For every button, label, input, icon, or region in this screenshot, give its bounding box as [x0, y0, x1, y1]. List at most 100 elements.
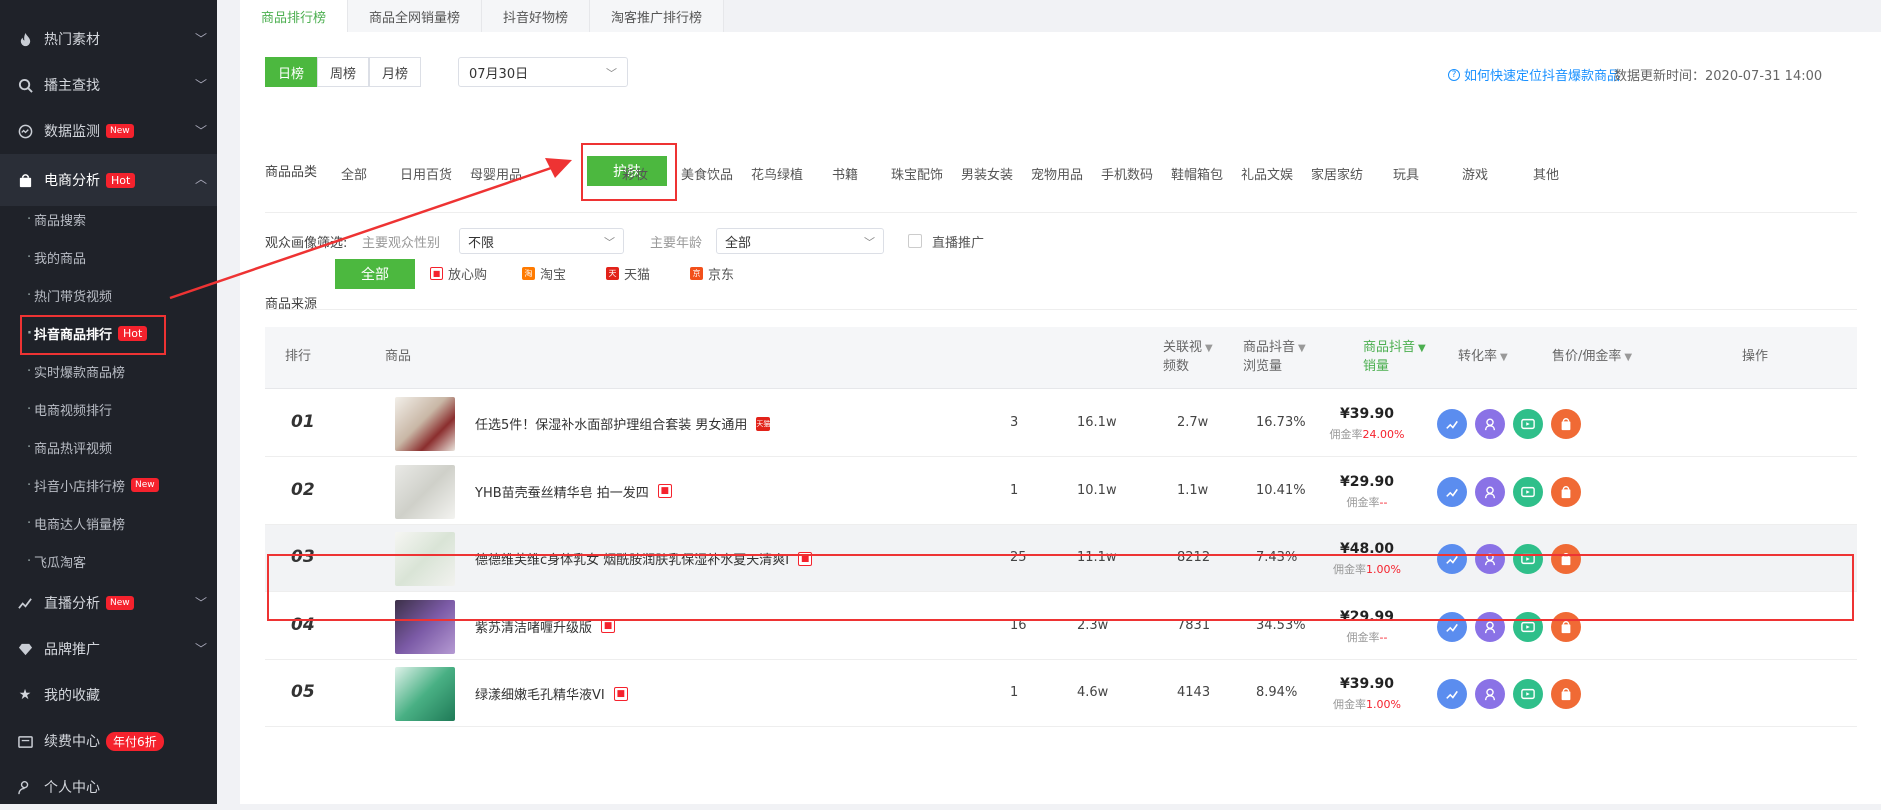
product-name[interactable]: 绿漾细嫩毛孔精华液VI ■: [475, 684, 628, 703]
product-thumbnail[interactable]: [395, 464, 455, 519]
sidebar-sub-hot-comments[interactable]: 商品热评视频: [0, 428, 217, 466]
talent-icon[interactable]: [1475, 476, 1505, 507]
th-sales[interactable]: 商品抖音 ▼ 销量: [1363, 339, 1426, 376]
monthly-button[interactable]: 月榜: [369, 57, 422, 87]
sidebar-sub-product-search[interactable]: 商品搜索: [0, 200, 217, 238]
category-plants[interactable]: 花鸟绿植: [751, 164, 803, 183]
sidebar-item-renewal[interactable]: 续费中心 年付6折: [0, 718, 217, 764]
live-promo-checkbox[interactable]: [908, 234, 922, 248]
tab-good-products[interactable]: 抖音好物榜: [482, 0, 591, 32]
th-videos[interactable]: 关联视 ▼ 频数: [1163, 339, 1213, 376]
sidebar-sub-label: 抖音小店排行榜: [34, 479, 126, 495]
th-views-line1: 商品抖音: [1243, 340, 1296, 355]
product-thumbnail[interactable]: [395, 397, 455, 451]
sidebar-item-anchor-search[interactable]: 播主查找 ﹀: [0, 62, 217, 108]
fangxin-icon: ■: [601, 619, 616, 633]
sidebar-sub-feigua-taoke[interactable]: 飞瓜淘客: [0, 542, 217, 580]
chevron-down-icon: ﹀: [194, 32, 207, 46]
trend-chart-icon[interactable]: [1437, 679, 1467, 709]
source-all[interactable]: 全部: [335, 259, 415, 289]
source-tmall[interactable]: 天 天猫: [606, 264, 650, 283]
talent-icon[interactable]: [1475, 409, 1505, 439]
category-bags[interactable]: 鞋帽箱包: [1171, 164, 1223, 183]
gender-select[interactable]: 不限 ﹀: [459, 228, 624, 254]
product-name[interactable]: YHB苗壳蚕丝精华皂 拍一发四 ■: [475, 482, 672, 501]
category-jewelry[interactable]: 珠宝配饰: [891, 164, 943, 183]
category-baby[interactable]: 母婴用品: [470, 164, 522, 183]
th-conversion[interactable]: 转化率 ▼: [1458, 348, 1508, 367]
source-jd[interactable]: 京 京东: [690, 264, 734, 283]
chevron-down-icon: ﹀: [194, 596, 207, 610]
category-all[interactable]: 全部: [341, 164, 367, 183]
category-games[interactable]: 游戏: [1462, 164, 1488, 183]
sales-cell: 2.7w: [1177, 415, 1209, 430]
shop-icon[interactable]: [1551, 476, 1581, 507]
sidebar-item-data-monitor[interactable]: 数据监测 New ﹀: [0, 108, 217, 154]
sales-cell: 1.1w: [1177, 482, 1209, 498]
shop-icon[interactable]: [1551, 679, 1581, 709]
fangxin-icon: ■: [657, 484, 672, 498]
price-cell: ¥39.90: [1339, 406, 1395, 422]
video-play-icon[interactable]: [1513, 476, 1543, 507]
th-views[interactable]: 商品抖音 ▼ 浏览量: [1243, 339, 1306, 376]
age-select[interactable]: 全部 ﹀: [716, 228, 884, 254]
tab-network-sales[interactable]: 商品全网销量榜: [348, 0, 483, 32]
talent-icon[interactable]: [1475, 679, 1505, 709]
sidebar-sub-shop-ranking[interactable]: 抖音小店排行榜 New: [0, 466, 217, 504]
sidebar-item-ecommerce[interactable]: 电商分析 Hot ︿: [0, 154, 217, 206]
source-fangxin[interactable]: ■ 放心购: [430, 264, 487, 283]
sidebar-item-live-analysis[interactable]: 直播分析 New ﹀: [0, 580, 217, 626]
chevron-down-icon: ﹀: [864, 236, 875, 249]
sidebar-sub-hot-videos[interactable]: 热门带货视频: [0, 276, 217, 314]
th-videos-line1: 关联视: [1163, 340, 1203, 355]
video-play-icon[interactable]: [1513, 679, 1543, 709]
category-gifts[interactable]: 礼品文娱: [1241, 164, 1293, 183]
source-taobao[interactable]: 淘 淘宝: [522, 264, 566, 283]
tab-product-ranking[interactable]: 商品排行榜: [240, 0, 349, 32]
sidebar-item-label: 直播分析: [44, 596, 100, 612]
sidebar-item-profile[interactable]: 个人中心: [0, 764, 217, 810]
sort-down-icon: ▼: [1500, 352, 1508, 363]
sidebar-sub-realtime-hot[interactable]: 实时爆款商品榜: [0, 352, 217, 390]
trend-chart-icon[interactable]: [1437, 409, 1467, 439]
th-price-label: 售价/佣金率: [1552, 349, 1622, 364]
trend-chart-icon[interactable]: [1437, 476, 1467, 507]
category-books[interactable]: 书籍: [832, 164, 858, 183]
table-row[interactable]: 02 YHB苗壳蚕丝精华皂 拍一发四 ■ 1 10.1w 1.1w 10.41% ¥29.90…: [265, 458, 1857, 525]
sidebar-sub-talent-sales[interactable]: 电商达人销量榜: [0, 504, 217, 542]
th-price[interactable]: 售价/佣金率 ▼: [1552, 348, 1632, 367]
category-pets[interactable]: 宠物用品: [1031, 164, 1083, 183]
category-daily[interactable]: 日用百货: [400, 164, 452, 183]
sidebar-sub-video-ranking[interactable]: 电商视频排行: [0, 390, 217, 428]
sidebar-item-brand-promo[interactable]: 品牌推广 ﹀: [0, 626, 217, 672]
sidebar-item-hot-material[interactable]: 热门素材 ﹀: [0, 16, 217, 62]
sidebar-sub-label: 商品搜索: [34, 213, 87, 229]
price-cell: ¥39.90: [1339, 676, 1395, 692]
date-select[interactable]: 07月30日 ﹀: [458, 57, 628, 87]
category-toys[interactable]: 玩具: [1393, 164, 1419, 183]
product-thumbnail[interactable]: [395, 667, 455, 721]
category-other[interactable]: 其他: [1533, 164, 1559, 183]
weekly-button[interactable]: 周榜: [317, 57, 370, 87]
commission-value: 1.00%: [1366, 698, 1401, 711]
product-name[interactable]: 任选5件！保湿补水面部护理组合套装 男女通用 天猫: [475, 414, 771, 433]
category-home[interactable]: 家居家纺: [1311, 164, 1363, 183]
category-digital[interactable]: 手机数码: [1101, 164, 1153, 183]
live-promo-label: 直播推广: [932, 236, 985, 251]
help-link[interactable]: ? 如何快速定位抖音爆款商品: [1448, 65, 1620, 84]
shop-icon[interactable]: [1551, 409, 1581, 439]
table-row[interactable]: 01 任选5件！保湿补水面部护理组合套装 男女通用 天猫 3 16.1w 2.7w 16.7…: [265, 390, 1857, 457]
category-food[interactable]: 美食饮品: [681, 164, 733, 183]
sidebar-sub-my-products[interactable]: 我的商品: [0, 238, 217, 276]
sidebar-item-favorites[interactable]: ★ 我的收藏: [0, 672, 217, 718]
daily-button[interactable]: 日榜: [265, 57, 318, 87]
product-name-text: YHB苗壳蚕丝精华皂 拍一发四: [475, 485, 649, 501]
category-clothing[interactable]: 男装女装: [961, 164, 1013, 183]
tab-taoke-ranking[interactable]: 淘客推广排行榜: [590, 0, 725, 32]
main-content: 日榜 周榜 月榜 07月30日 ﹀ ? 如何快速定位抖音爆款商品 数据更新时间：…: [240, 32, 1881, 804]
sidebar-sub-label: 热门带货视频: [34, 289, 113, 305]
commission-value: --: [1379, 495, 1388, 509]
video-play-icon[interactable]: [1513, 409, 1543, 439]
table-header: 排行 商品 关联视 ▼ 频数 商品抖音 ▼ 浏览量 商品抖音 ▼ 销量 转化率 ▼ 售价/佣金…: [265, 327, 1857, 389]
table-row[interactable]: 05 绿漾细嫩毛孔精华液VI ■ 1 4.6w 4143 8.94% ¥39.90 佣金率1.0…: [265, 660, 1857, 727]
